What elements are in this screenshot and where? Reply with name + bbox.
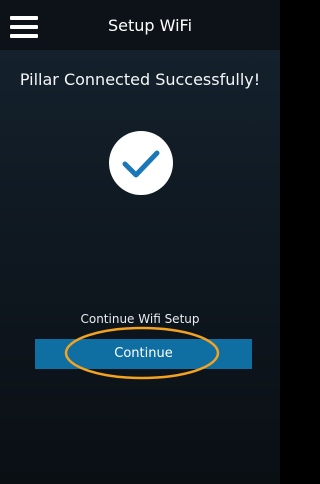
- success-badge: [109, 131, 173, 195]
- setup-wifi-screen: Setup WiFi Pillar Connected Successfully…: [0, 0, 280, 484]
- menu-bar-3: [10, 34, 38, 38]
- continue-wifi-setup-label: Continue Wifi Setup: [80, 312, 200, 326]
- hamburger-menu-icon[interactable]: [10, 16, 38, 38]
- menu-bar-1: [10, 16, 38, 20]
- continue-button[interactable]: Continue: [35, 339, 252, 369]
- connection-status-message: Pillar Connected Successfully!: [19, 70, 261, 89]
- top-bar: Setup WiFi: [0, 0, 280, 50]
- page-title: Setup WiFi: [107, 16, 193, 35]
- checkmark-icon: [122, 150, 160, 178]
- menu-bar-2: [10, 25, 38, 29]
